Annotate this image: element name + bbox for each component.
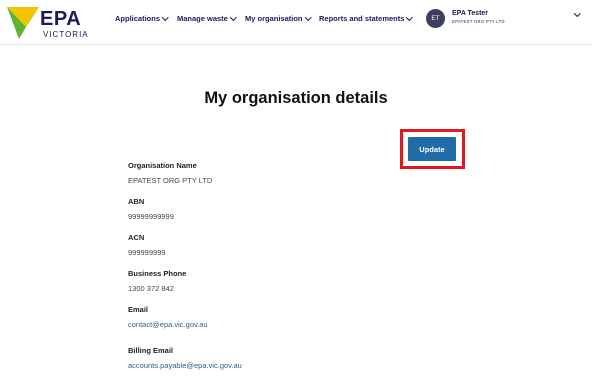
nav-applications-label: Applications [115, 14, 161, 23]
epa-victoria-logo[interactable]: EPA VICTORIA [6, 5, 92, 41]
user-menu-chevron-down-icon[interactable] [574, 10, 581, 17]
nav-applications[interactable]: Applications [115, 13, 169, 23]
nav-manage-waste-label: Manage waste [177, 14, 228, 23]
user-avatar[interactable]: ET [426, 9, 445, 28]
top-navigation-bar: EPA VICTORIA Applications Manage waste M… [0, 0, 592, 45]
epa-logo-mark-icon [7, 7, 39, 39]
field-label: Business Phone [128, 269, 187, 278]
field-value: 99999999999 [128, 212, 174, 221]
field-label: ABN [128, 197, 145, 206]
business-phone-field: Business Phone 1300 372 842 [128, 269, 186, 293]
billing-email-link[interactable]: accounts.payable@epa.vic.gov.au [128, 361, 242, 370]
logo-sub-text: VICTORIA [43, 30, 89, 39]
organisation-name-field: Organisation Name EPATEST ORG PTY LTD [128, 161, 212, 185]
user-name[interactable]: EPA Tester [452, 10, 488, 17]
chevron-down-icon [304, 13, 311, 21]
field-label: Organisation Name [128, 161, 197, 170]
billing-email-field: Billing Email accounts.payable@epa.vic.g… [128, 346, 242, 370]
update-button[interactable]: Update [408, 137, 456, 161]
chevron-down-icon [406, 13, 413, 21]
field-value: EPATEST ORG PTY LTD [128, 176, 213, 185]
chevron-down-icon [162, 13, 169, 21]
nav-my-organisation-label: My organisation [245, 14, 303, 23]
field-value: 1300 372 842 [128, 284, 174, 293]
email-link[interactable]: contact@epa.vic.gov.au [128, 320, 208, 329]
email-field: Email contact@epa.vic.gov.au [128, 305, 208, 329]
field-label: ACN [128, 233, 145, 242]
abn-field: ABN 99999999999 [128, 197, 174, 221]
acn-field: ACN 999999999 [128, 233, 166, 257]
user-organisation: EPATEST ORG PTY LTD [452, 19, 505, 24]
nav-manage-waste[interactable]: Manage waste [177, 13, 237, 23]
chevron-down-icon [229, 13, 237, 21]
nav-my-organisation[interactable]: My organisation [245, 13, 311, 23]
field-label: Email [128, 305, 149, 314]
field-label: Billing Email [128, 346, 174, 355]
logo-brand-text: EPA [40, 8, 82, 30]
nav-reports-and-statements[interactable]: Reports and statements [319, 13, 413, 23]
field-value: 999999999 [128, 248, 166, 257]
nav-reports-and-statements-label: Reports and statements [319, 14, 405, 23]
page-title: My organisation details [204, 89, 388, 107]
